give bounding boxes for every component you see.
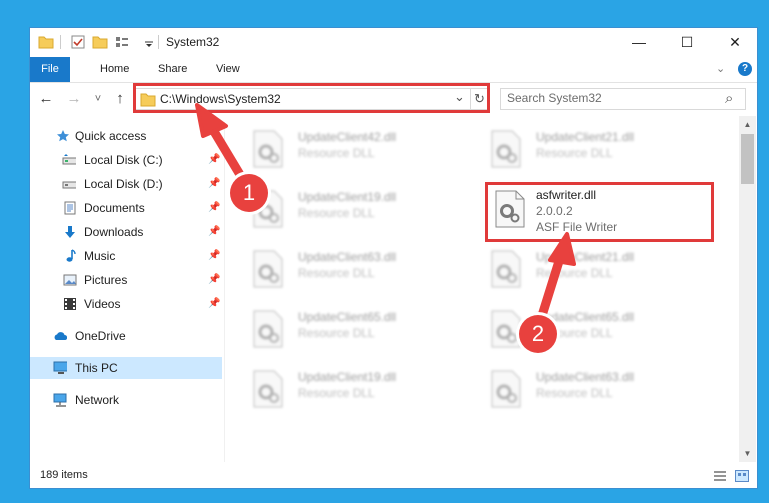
step-1-badge: 1 [230,174,268,212]
step-2-badge: 2 [519,315,557,353]
annotation-arrows [195,103,576,327]
